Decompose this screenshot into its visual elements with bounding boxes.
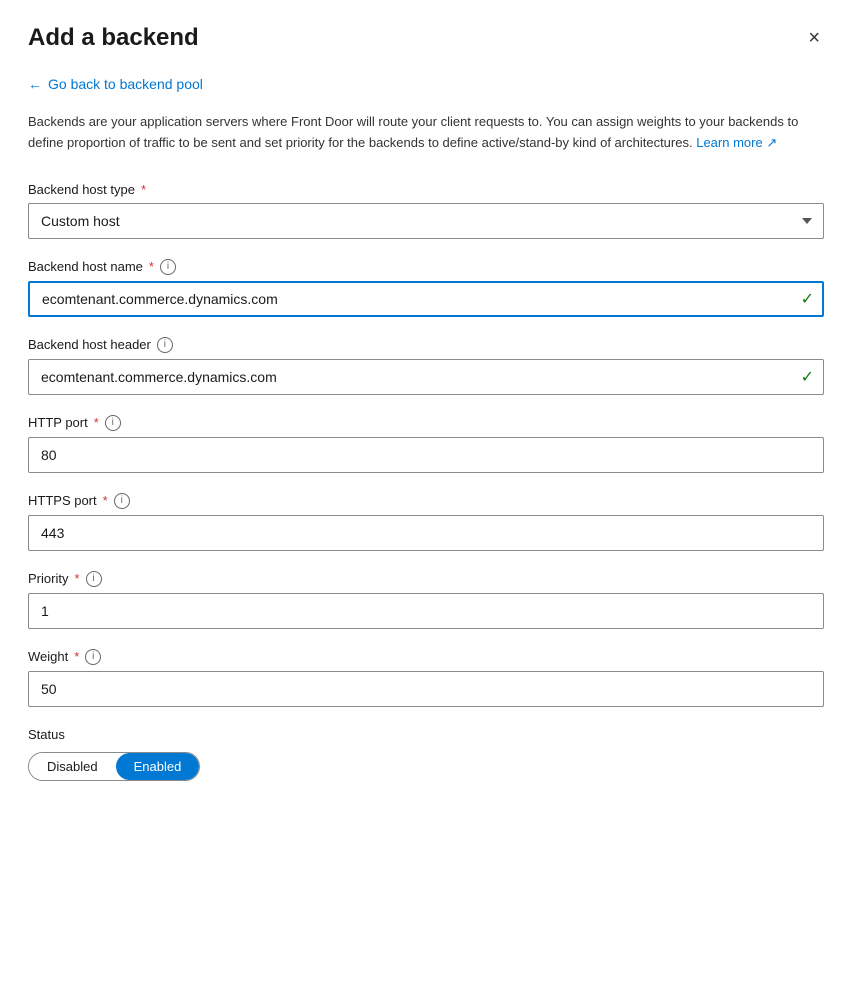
- status-disabled-option[interactable]: Disabled: [29, 753, 116, 780]
- https-port-input[interactable]: [28, 515, 824, 551]
- priority-info-icon[interactable]: i: [86, 571, 102, 587]
- priority-group: Priority * i: [28, 571, 824, 629]
- backend-host-header-group: Backend host header i ✓: [28, 337, 824, 395]
- backend-host-header-input[interactable]: [28, 359, 824, 395]
- required-star-priority: *: [74, 571, 79, 586]
- weight-group: Weight * i: [28, 649, 824, 707]
- http-port-input[interactable]: [28, 437, 824, 473]
- backend-host-type-select-wrapper: Custom host App service Cloud service St…: [28, 203, 824, 239]
- weight-info-icon[interactable]: i: [85, 649, 101, 665]
- close-button[interactable]: ×: [804, 24, 824, 52]
- close-icon: ×: [808, 27, 820, 49]
- backend-host-type-group: Backend host type * Custom host App serv…: [28, 182, 824, 239]
- required-star: *: [141, 182, 146, 197]
- status-toggle[interactable]: Disabled Enabled: [28, 752, 200, 781]
- learn-more-link[interactable]: Learn more ↗: [696, 135, 777, 150]
- panel-header: Add a backend ×: [28, 24, 824, 52]
- required-star-https: *: [103, 493, 108, 508]
- description-content: Backends are your application servers wh…: [28, 114, 798, 150]
- backend-host-header-label: Backend host header i: [28, 337, 824, 353]
- backend-host-name-input-wrapper: ✓: [28, 281, 824, 317]
- https-port-info-icon[interactable]: i: [114, 493, 130, 509]
- priority-input-wrapper: [28, 593, 824, 629]
- status-enabled-option[interactable]: Enabled: [116, 753, 200, 780]
- backend-host-type-label: Backend host type *: [28, 182, 824, 197]
- https-port-group: HTTPS port * i: [28, 493, 824, 551]
- http-port-label: HTTP port * i: [28, 415, 824, 431]
- http-port-group: HTTP port * i: [28, 415, 824, 473]
- backend-host-type-select[interactable]: Custom host App service Cloud service St…: [28, 203, 824, 239]
- priority-input[interactable]: [28, 593, 824, 629]
- http-port-info-icon[interactable]: i: [105, 415, 121, 431]
- status-group: Status Disabled Enabled: [28, 727, 824, 781]
- backend-host-name-info-icon[interactable]: i: [160, 259, 176, 275]
- external-link-icon: ↗: [766, 135, 777, 150]
- weight-input[interactable]: [28, 671, 824, 707]
- weight-input-wrapper: [28, 671, 824, 707]
- description-text: Backends are your application servers wh…: [28, 112, 824, 154]
- https-port-input-wrapper: [28, 515, 824, 551]
- backend-host-name-input[interactable]: [28, 281, 824, 317]
- required-star-hostname: *: [149, 259, 154, 274]
- required-star-http: *: [94, 415, 99, 430]
- backend-host-name-group: Backend host name * i ✓: [28, 259, 824, 317]
- back-link-label: Go back to backend pool: [48, 76, 203, 92]
- required-star-weight: *: [74, 649, 79, 664]
- page-title: Add a backend: [28, 24, 199, 52]
- http-port-input-wrapper: [28, 437, 824, 473]
- status-label: Status: [28, 727, 824, 742]
- add-backend-panel: Add a backend × ← Go back to backend poo…: [0, 0, 852, 1007]
- weight-label: Weight * i: [28, 649, 824, 665]
- backend-host-header-input-wrapper: ✓: [28, 359, 824, 395]
- back-link[interactable]: ← Go back to backend pool: [28, 76, 203, 92]
- priority-label: Priority * i: [28, 571, 824, 587]
- back-arrow-icon: ←: [28, 76, 42, 92]
- https-port-label: HTTPS port * i: [28, 493, 824, 509]
- backend-host-header-info-icon[interactable]: i: [157, 337, 173, 353]
- backend-host-name-label: Backend host name * i: [28, 259, 824, 275]
